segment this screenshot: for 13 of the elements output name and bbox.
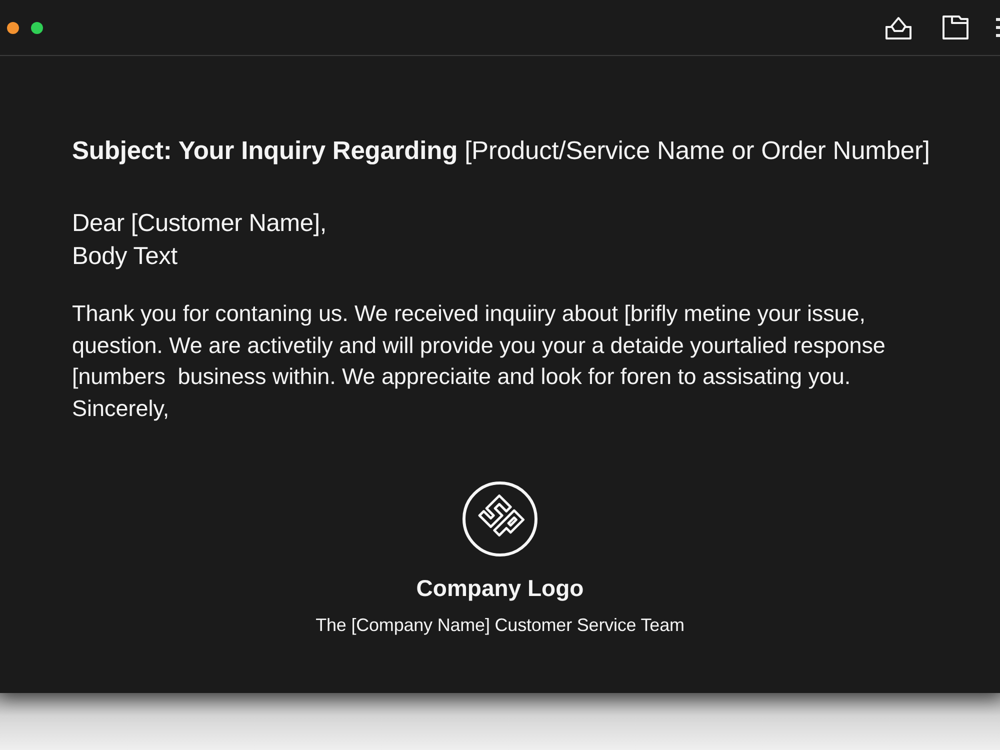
- team-signature: The [Company Name] Customer Service Team: [316, 614, 684, 637]
- logo-caption: Company Logo: [416, 574, 584, 602]
- window-control-icon[interactable]: [7, 22, 19, 34]
- folder-icon[interactable]: [942, 15, 969, 40]
- body-paragraph: Thank you for contaning us. We received inquiiry about [brifly metine your issue, question. We are activetily and will provide you your a detaide yourtalied response [numbers business within. We appreciaite and look for foren to assisating you.: [72, 300, 886, 392]
- email-subject: Subject: Your Inquiry Regarding [Product/Service Name or Order Number]: [72, 136, 931, 167]
- greeting-text: Dear [Customer Name],: [72, 209, 328, 239]
- dots-icon[interactable]: [996, 16, 1000, 38]
- tray-icon[interactable]: [885, 16, 912, 40]
- closing-text: Sincerely,: [72, 395, 170, 424]
- logo-icon: [462, 480, 538, 557]
- window-control-icon[interactable]: [31, 22, 43, 34]
- body-label: Body Text: [72, 242, 178, 272]
